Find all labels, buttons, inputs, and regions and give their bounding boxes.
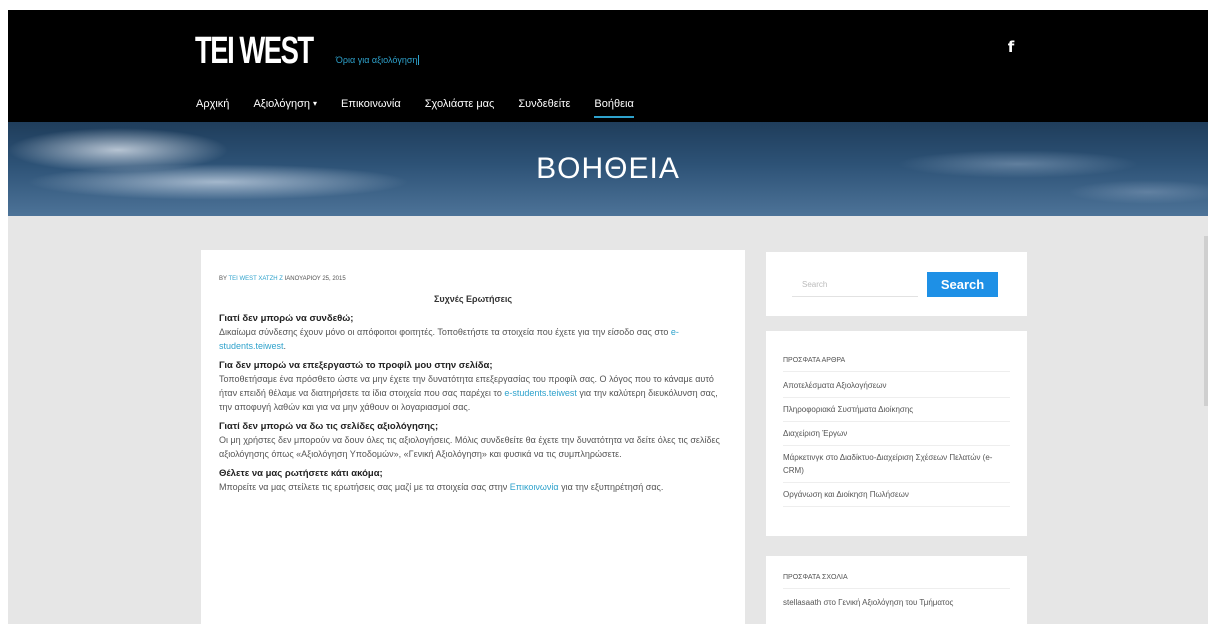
recent-post-link[interactable]: Οργάνωση και Διοίκηση Πωλήσεων <box>783 483 1010 507</box>
nav-item-home[interactable]: Αρχική <box>196 94 229 114</box>
search-widget: Search <box>766 252 1027 316</box>
recent-comment-link[interactable]: stellasaath στο Γενική Αξιολόγηση του Τμ… <box>783 591 1010 614</box>
post-meta: BY TEI WEST ΧΑΤΖΗ Ζ ΙΑΝΟΥΑΡΙΟΥ 25, 2015 <box>219 276 727 282</box>
faq-answer-text: . <box>283 341 287 351</box>
post-date: ΙΑΝΟΥΑΡΙΟΥ 25, 2015 <box>284 276 346 282</box>
nav-item-contact[interactable]: Επικοινωνία <box>341 94 401 114</box>
chevron-down-icon: ▾ <box>313 99 318 108</box>
contact-link[interactable]: Επικοινωνία <box>510 482 559 492</box>
site-title[interactable]: TEI WEST <box>195 30 314 73</box>
nav-item-login[interactable]: Συνδεθείτε <box>518 94 570 114</box>
recent-comments-widget: ΠΡΟΣΦΑΤΑ ΣΧΟΛΙΑ stellasaath στο Γενική Α… <box>766 556 1027 624</box>
nav-item-label: Επικοινωνία <box>341 98 401 110</box>
faq-answer-text: Οι μη χρήστες δεν μπορούν να δουν όλες τ… <box>219 435 720 459</box>
nav-item-evaluation[interactable]: Αξιολόγηση ▾ <box>253 94 317 114</box>
post-author-link[interactable]: TEI WEST ΧΑΤΖΗ Ζ <box>228 276 282 282</box>
post-meta-prefix: BY <box>219 276 227 282</box>
site-header: TEI WEST Όρια για αξιολόγηση f Αρχική Αξ… <box>8 10 1208 122</box>
recent-post-link[interactable]: Διαχείριση Έργων <box>783 422 1010 446</box>
recent-post-link[interactable]: Πληροφοριακά Συστήματα Διοίκησης <box>783 398 1010 422</box>
faq-answer-text: Δικαίωμα σύνδεσης έχουν μόνο οι απόφοιτο… <box>219 327 671 337</box>
facebook-icon[interactable]: f <box>1004 38 1018 56</box>
scrollbar[interactable] <box>1204 236 1208 406</box>
students-portal-link[interactable]: e-students.teiwest <box>504 388 577 398</box>
recent-post-link[interactable]: Μάρκετινγκ στο Διαδίκτυο-Διαχείριση Σχέσ… <box>783 446 1010 483</box>
widget-title: ΠΡΟΣΦΑΤΑ ΣΧΟΛΙΑ <box>783 574 1010 589</box>
main-nav: Αρχική Αξιολόγηση ▾ Επικοινωνία Σχολιάστε… <box>196 94 658 118</box>
faq-answer: Τοποθετήσαμε ένα πρόσθετο ώστε να μην έχ… <box>219 372 727 414</box>
search-input[interactable] <box>792 272 918 297</box>
faq-question: Για δεν μπορώ να επεξεργαστώ το προφίλ μ… <box>219 360 493 371</box>
nav-item-label: Βοήθεια <box>594 98 634 110</box>
faq-answer-text: Μπορείτε να μας στείλετε τις ερωτήσεις σ… <box>219 482 510 492</box>
brand: TEI WEST Όρια για αξιολόγηση <box>195 30 420 73</box>
recent-posts-widget: ΠΡΟΣΦΑΤΑ ΑΡΘΡΑ Αποτελέσματα Αξιολογήσεων… <box>766 331 1027 536</box>
faq-heading: Συχνές Ερωτήσεις <box>433 294 513 304</box>
widget-title: ΠΡΟΣΦΑΤΑ ΑΡΘΡΑ <box>783 357 1010 372</box>
hero-banner: ΒΟΗΘΕΙΑ <box>8 122 1208 216</box>
nav-item-label: Αξιολόγηση <box>253 98 311 110</box>
faq-answer: Μπορείτε να μας στείλετε τις ερωτήσεις σ… <box>219 480 727 494</box>
faq-question: Γιατί δεν μπορώ να δω τις σελίδες αξιολό… <box>219 421 439 432</box>
nav-item-label: Σχολιάστε μας <box>424 98 495 110</box>
search-button[interactable]: Search <box>927 272 998 297</box>
page-background: TEI WEST Όρια για αξιολόγηση f Αρχική Αξ… <box>8 10 1208 624</box>
post-card: BY TEI WEST ΧΑΤΖΗ Ζ ΙΑΝΟΥΑΡΙΟΥ 25, 2015 … <box>201 250 745 624</box>
faq-answer: Δικαίωμα σύνδεσης έχουν μόνο οι απόφοιτο… <box>219 325 727 353</box>
faq-answer-text: για την εξυπηρέτησή σας. <box>558 482 664 492</box>
nav-item-label: Αρχική <box>196 98 230 110</box>
page-title: ΒΟΗΘΕΙΑ <box>536 152 680 185</box>
recent-post-link[interactable]: Αποτελέσματα Αξιολογήσεων <box>783 374 1010 398</box>
nav-item-label: Συνδεθείτε <box>518 98 571 110</box>
nav-item-help[interactable]: Βοήθεια <box>594 94 635 118</box>
faq-question: Θέλετε να μας ρωτήσετε κάτι ακόμα; <box>219 468 383 479</box>
faq-answer: Οι μη χρήστες δεν μπορούν να δουν όλες τ… <box>219 433 727 461</box>
faq-question: Γιατί δεν μπορώ να συνδεθώ; <box>219 313 354 324</box>
nav-item-comment[interactable]: Σχολιάστε μας <box>425 94 495 114</box>
site-tagline: Όρια για αξιολόγηση <box>335 55 420 65</box>
